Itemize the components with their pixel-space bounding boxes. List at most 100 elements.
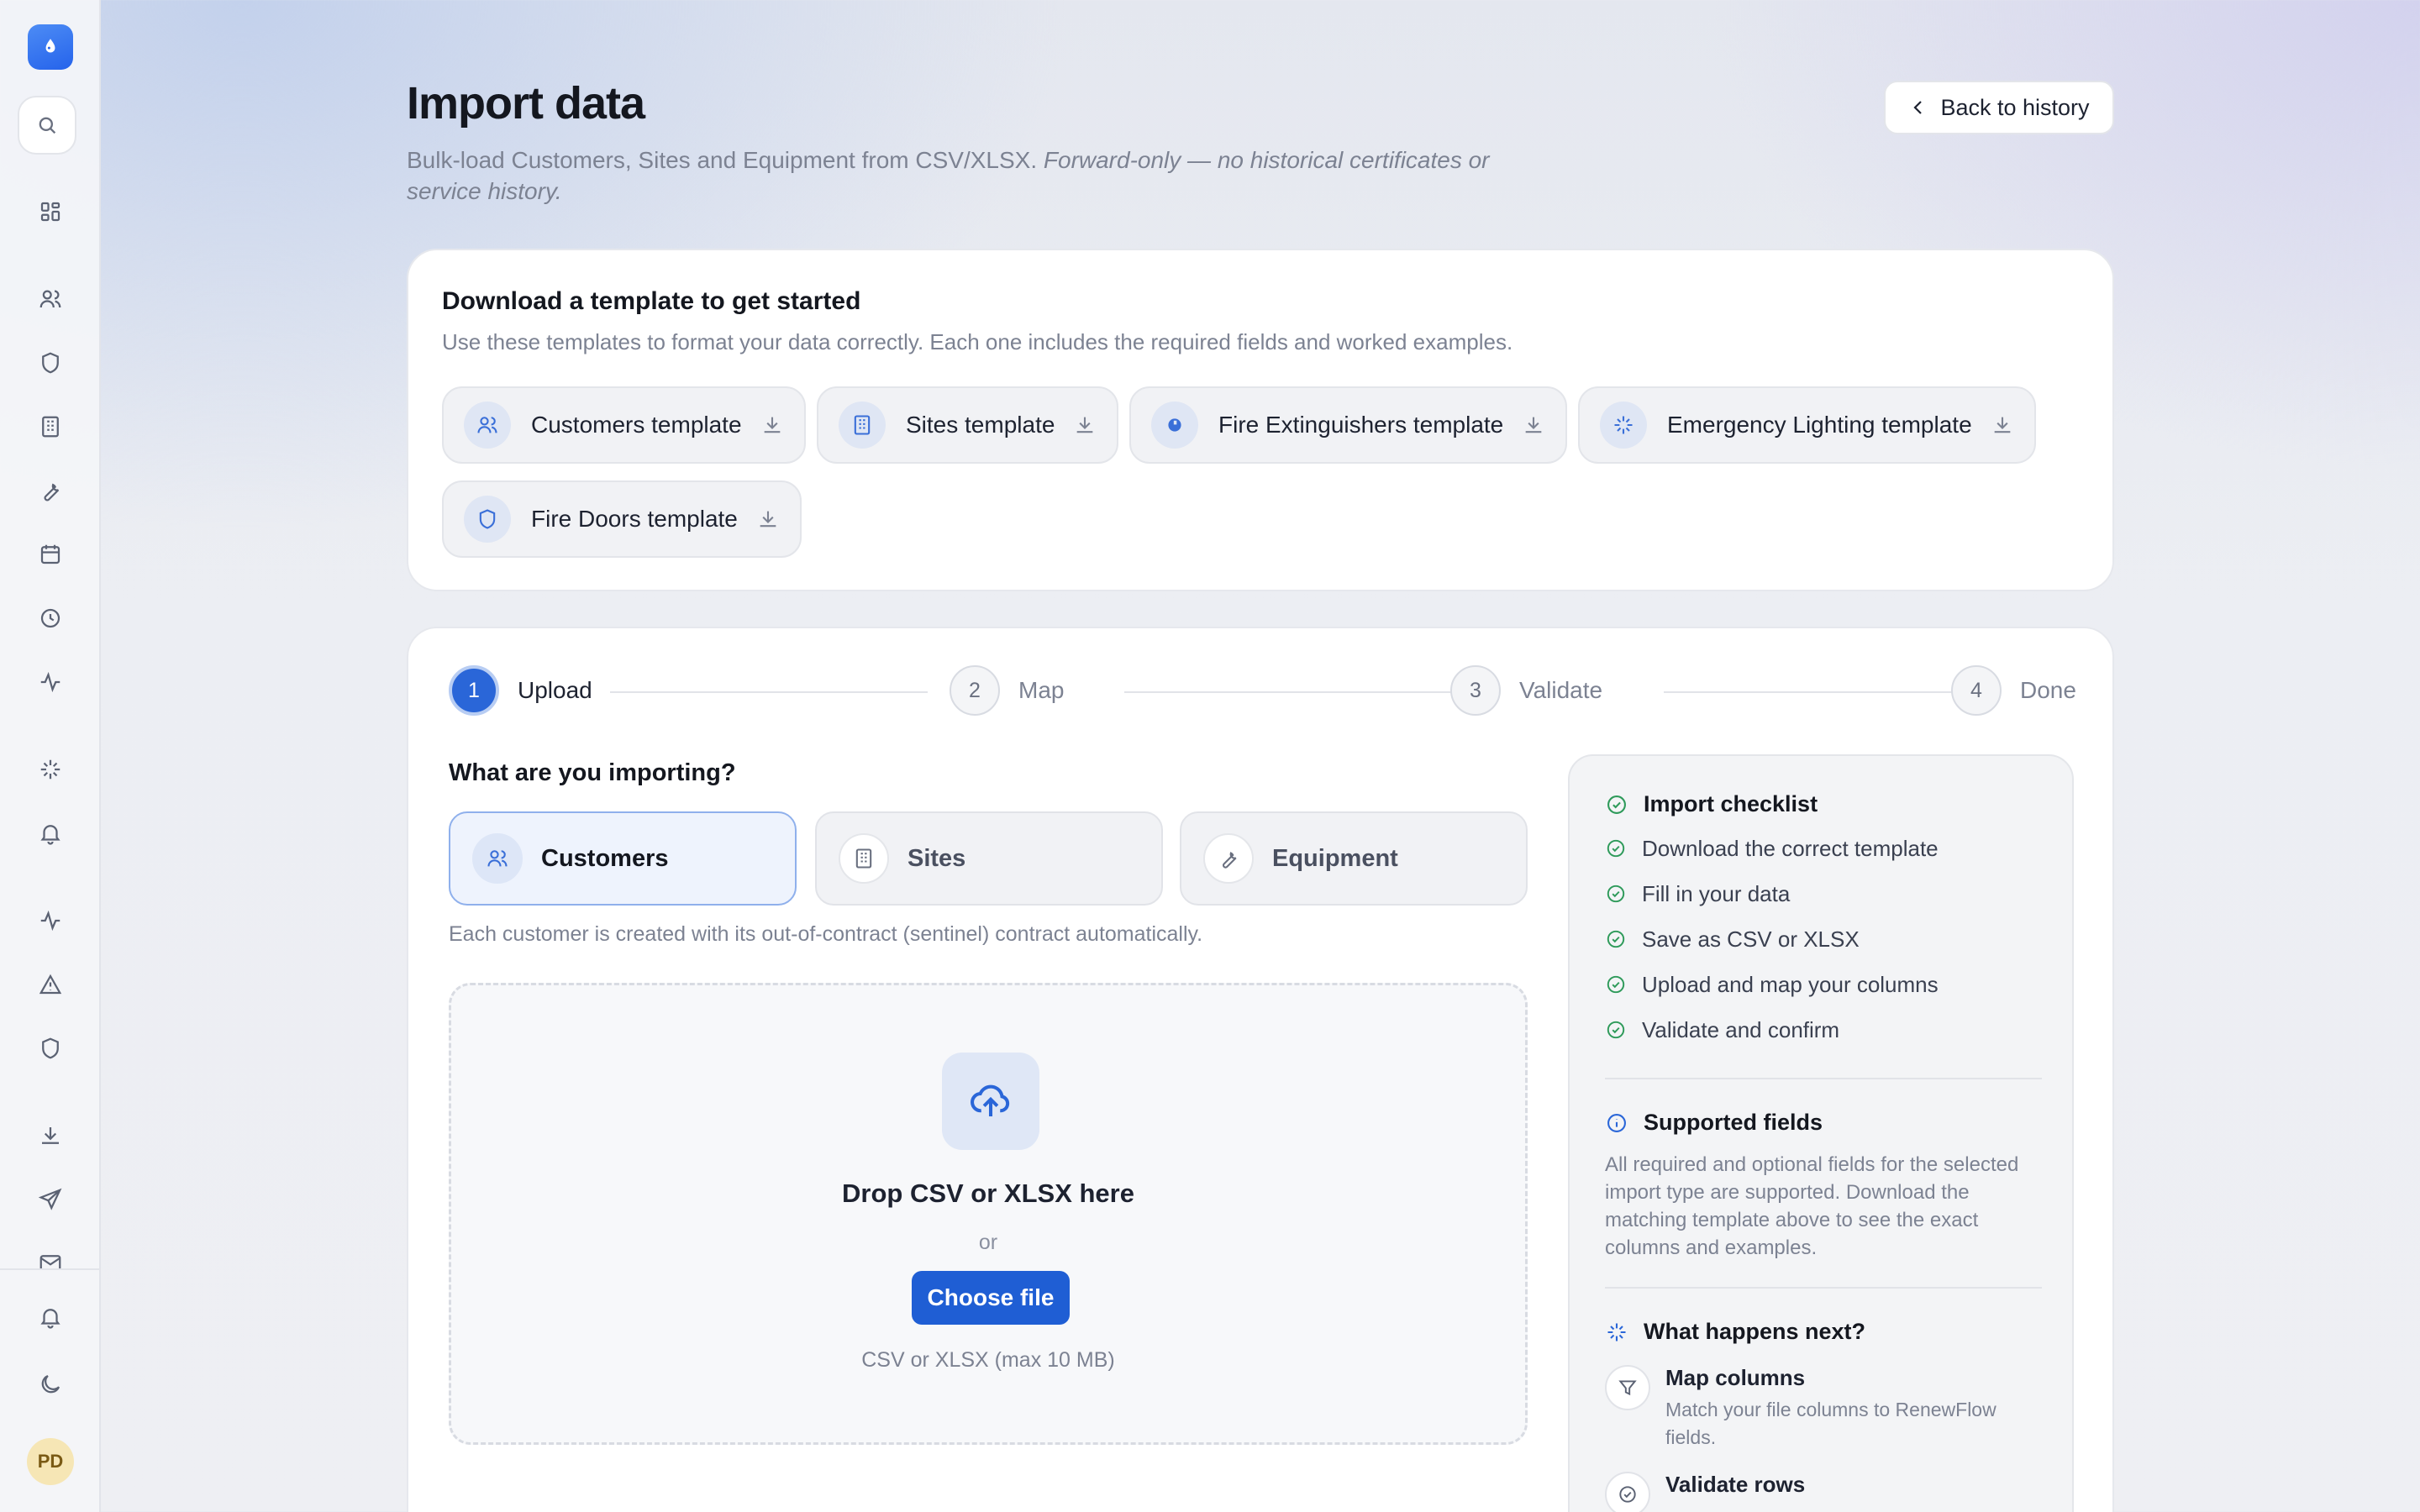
users-icon — [39, 290, 61, 308]
supported-fields-heading: Supported fields — [1605, 1110, 2042, 1136]
step-label: Validate — [1519, 677, 1603, 703]
nav-monitor[interactable] — [29, 899, 72, 942]
file-dropzone[interactable]: Drop CSV or XLSX here or Choose file CSV… — [449, 983, 1528, 1445]
template-sites[interactable]: Sites template — [817, 386, 1119, 464]
warning-icon — [39, 974, 62, 995]
panel-divider — [1605, 1287, 2042, 1289]
step-connector — [1124, 691, 1469, 693]
users-icon — [464, 402, 511, 449]
info-icon — [1607, 1113, 1626, 1132]
import-type-customers[interactable]: Customers — [449, 811, 797, 906]
template-emergency-lighting[interactable]: Emergency Lighting template — [1578, 386, 2036, 464]
stepper: 1 Upload 2 Map 3 Validate 4 Done — [449, 665, 2076, 719]
step-done[interactable]: 4 Done — [1951, 665, 2076, 716]
step-number: 4 — [1951, 665, 2002, 716]
sparkle-icon — [40, 759, 60, 780]
check-circle-icon — [1607, 930, 1625, 948]
cloud-upload-icon — [942, 1053, 1039, 1150]
step-number: 2 — [950, 665, 1000, 716]
wrench-icon — [44, 483, 60, 501]
next-step-validate: Validate rows — [1605, 1472, 2042, 1512]
nav-mail[interactable] — [29, 1242, 72, 1270]
check-circle-icon — [1607, 1021, 1625, 1039]
check-circle-icon — [1607, 795, 1626, 814]
back-to-history-button[interactable]: Back to history — [1884, 81, 2114, 134]
step-label: Done — [2020, 677, 2076, 703]
import-type-question: What are you importing? — [449, 759, 736, 786]
download-icon — [1525, 417, 1542, 433]
send-icon — [38, 1188, 62, 1210]
nav-compliance[interactable] — [29, 1026, 72, 1070]
nav-sites[interactable] — [29, 405, 72, 449]
import-type-equipment[interactable]: Equipment — [1180, 811, 1528, 906]
check-circle-icon — [1607, 885, 1625, 903]
sidebar: PD — [0, 0, 101, 1512]
step-connector — [610, 691, 928, 693]
building-icon — [42, 416, 59, 438]
check-circle-icon — [1607, 839, 1625, 858]
step-label: Map — [1018, 677, 1065, 703]
checklist-item: Save as CSV or XLSX — [1605, 916, 2042, 962]
nav-import[interactable] — [29, 1114, 72, 1158]
clock-icon — [40, 608, 60, 628]
download-icon — [764, 417, 780, 433]
panel-divider — [1605, 1078, 2042, 1079]
checklist-item: Validate and confirm — [1605, 1007, 2042, 1053]
import-type-sites[interactable]: Sites — [815, 811, 1163, 906]
nav-calendar[interactable] — [29, 533, 72, 576]
choose-file-button[interactable]: Choose file — [912, 1271, 1070, 1325]
download-icon — [1994, 417, 2010, 433]
supported-fields-text: All required and optional fields for the… — [1605, 1153, 2019, 1259]
import-type-note: Each customer is created with its out-of… — [449, 922, 1203, 946]
nav-warnings[interactable] — [29, 963, 72, 1006]
activity-icon — [40, 671, 60, 693]
checklist-item: Download the correct template — [1605, 826, 2042, 871]
wrench-icon — [1203, 833, 1254, 884]
next-step-map: Map columns Match your file columns to R… — [1605, 1365, 2042, 1452]
users-icon — [472, 833, 523, 884]
template-fire-extinguishers[interactable]: Fire Extinguishers template — [1129, 386, 1568, 464]
extinguisher-icon — [1151, 402, 1198, 449]
moon-icon — [41, 1374, 60, 1394]
step-label: Upload — [518, 677, 592, 703]
download-icon — [1077, 417, 1093, 433]
chevron-left-icon — [1913, 101, 1923, 114]
search-button[interactable] — [18, 96, 76, 155]
nav-lighting[interactable] — [29, 748, 72, 791]
building-icon — [839, 833, 889, 884]
step-upload[interactable]: 1 Upload — [449, 665, 592, 716]
nav-equipment[interactable] — [29, 469, 72, 512]
nav-alerts[interactable] — [29, 811, 72, 855]
avatar[interactable]: PD — [27, 1438, 74, 1485]
sidebar-divider — [0, 1268, 101, 1270]
theme-toggle[interactable] — [29, 1362, 72, 1406]
checklist-heading: Import checklist — [1605, 791, 2042, 817]
checklist-item: Upload and map your columns — [1605, 962, 2042, 1007]
step-connector — [1664, 691, 1983, 693]
search-icon — [39, 117, 56, 134]
mail-icon — [39, 1255, 61, 1270]
step-map[interactable]: 2 Map — [950, 665, 1064, 716]
checklist: Download the correct template Fill in yo… — [1605, 826, 2042, 1053]
dropzone-title: Drop CSV or XLSX here — [842, 1179, 1134, 1208]
nav-history[interactable] — [29, 596, 72, 640]
page-subtitle: Bulk-load Customers, Sites and Equipment… — [407, 147, 1490, 204]
shield-icon — [42, 352, 59, 374]
template-customers[interactable]: Customers template — [442, 386, 806, 464]
nav-activity[interactable] — [29, 660, 72, 704]
next-steps-heading: What happens next? — [1605, 1319, 2042, 1345]
template-fire-doors[interactable]: Fire Doors template — [442, 480, 802, 558]
nav-contracts[interactable] — [29, 341, 72, 385]
calendar-icon — [40, 544, 60, 564]
check-circle-icon — [1607, 975, 1625, 994]
step-number: 1 — [449, 665, 499, 716]
dropzone-or: or — [978, 1231, 998, 1254]
nav-customers[interactable] — [29, 277, 72, 321]
water-drop-icon[interactable] — [28, 24, 73, 70]
templates-subtitle: Use these templates to format your data … — [442, 329, 1513, 354]
templates-title: Download a template to get started — [442, 287, 861, 315]
notifications-button[interactable] — [29, 1295, 72, 1339]
nav-dashboard[interactable] — [29, 190, 72, 234]
step-validate[interactable]: 3 Validate — [1450, 665, 1602, 716]
nav-send[interactable] — [29, 1178, 72, 1221]
